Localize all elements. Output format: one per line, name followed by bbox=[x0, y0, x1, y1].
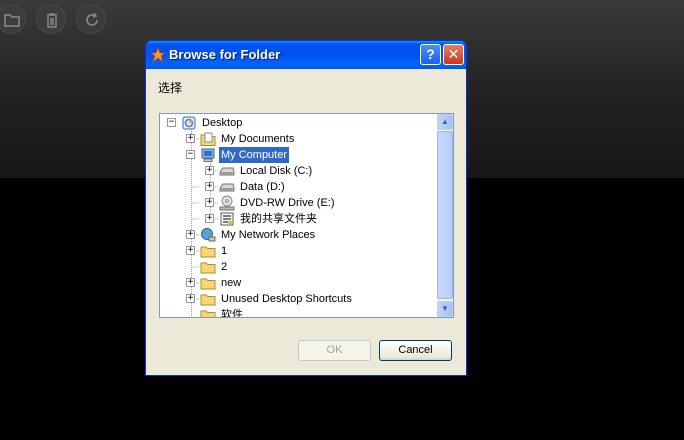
tree-item-label: My Documents bbox=[221, 133, 295, 145]
tree-item-label: new bbox=[221, 277, 242, 289]
scroll-thumb[interactable] bbox=[437, 131, 453, 299]
expand-toggle[interactable]: + bbox=[186, 294, 195, 303]
title-bar[interactable]: Browse for Folder ? ✕ bbox=[146, 41, 466, 69]
tree-item-label: 我的共享文件夹 bbox=[240, 213, 317, 225]
folder-tree[interactable]: − Desktop + My Documents − My Computer +… bbox=[159, 113, 454, 318]
tree-item-label: DVD-RW Drive (E:) bbox=[240, 197, 335, 209]
folder-icon bbox=[200, 278, 216, 290]
refresh-icon bbox=[86, 12, 98, 26]
delete-button[interactable] bbox=[36, 4, 66, 34]
shared-folder-icon bbox=[220, 212, 234, 226]
collapse-toggle[interactable]: − bbox=[167, 118, 176, 127]
expand-toggle[interactable]: + bbox=[186, 246, 195, 255]
ok-button[interactable]: OK bbox=[298, 340, 371, 361]
expand-toggle[interactable]: + bbox=[186, 278, 195, 287]
app-icon bbox=[150, 47, 166, 63]
folder-icon bbox=[200, 246, 216, 258]
folder-icon bbox=[200, 262, 216, 274]
trash-icon bbox=[47, 13, 57, 28]
expand-toggle[interactable]: + bbox=[186, 230, 195, 239]
scroll-down-button[interactable]: ▼ bbox=[437, 301, 453, 317]
folder-icon bbox=[200, 310, 216, 317]
tree-item-label: Unused Desktop Shortcuts bbox=[221, 293, 352, 305]
browse-for-folder-dialog: Browse for Folder ? ✕ 选择 − Desktop + My … bbox=[145, 40, 467, 376]
folder-icon bbox=[200, 294, 216, 306]
tree-item-label: My Computer bbox=[219, 147, 290, 163]
network-places-icon bbox=[201, 228, 216, 242]
hard-drive-icon bbox=[219, 183, 235, 192]
refresh-button[interactable] bbox=[76, 4, 106, 34]
collapse-toggle[interactable]: − bbox=[186, 150, 195, 159]
my-computer-icon bbox=[201, 148, 215, 162]
tree-item-label: Data (D:) bbox=[240, 181, 285, 193]
expand-toggle[interactable]: + bbox=[205, 198, 214, 207]
cancel-button[interactable]: Cancel bbox=[379, 340, 452, 361]
dialog-title: Browse for Folder bbox=[169, 47, 281, 62]
dvd-drive-icon bbox=[219, 195, 235, 211]
tree-item-label: 软件 bbox=[221, 309, 243, 318]
tree-item-label: Local Disk (C:) bbox=[240, 165, 313, 177]
hard-drive-icon bbox=[219, 167, 235, 176]
expand-toggle[interactable]: + bbox=[205, 166, 214, 175]
tree-item-label: My Network Places bbox=[221, 229, 316, 241]
desktop-icon bbox=[182, 116, 196, 130]
folder-icon bbox=[4, 14, 20, 27]
prompt-text: 选择 bbox=[158, 81, 183, 95]
close-button[interactable]: ✕ bbox=[443, 44, 464, 65]
help-button[interactable]: ? bbox=[420, 44, 441, 65]
expand-toggle[interactable]: + bbox=[205, 214, 214, 223]
my-documents-icon bbox=[200, 132, 216, 146]
tree-item-label: Desktop bbox=[202, 117, 243, 129]
expand-toggle[interactable]: + bbox=[186, 134, 195, 143]
tree-item-label: 1 bbox=[221, 245, 228, 257]
tree-item-label: 2 bbox=[221, 261, 228, 273]
scroll-up-button[interactable]: ▲ bbox=[437, 114, 453, 130]
vertical-scrollbar[interactable]: ▲ ▼ bbox=[437, 114, 453, 317]
expand-toggle[interactable]: + bbox=[205, 182, 214, 191]
